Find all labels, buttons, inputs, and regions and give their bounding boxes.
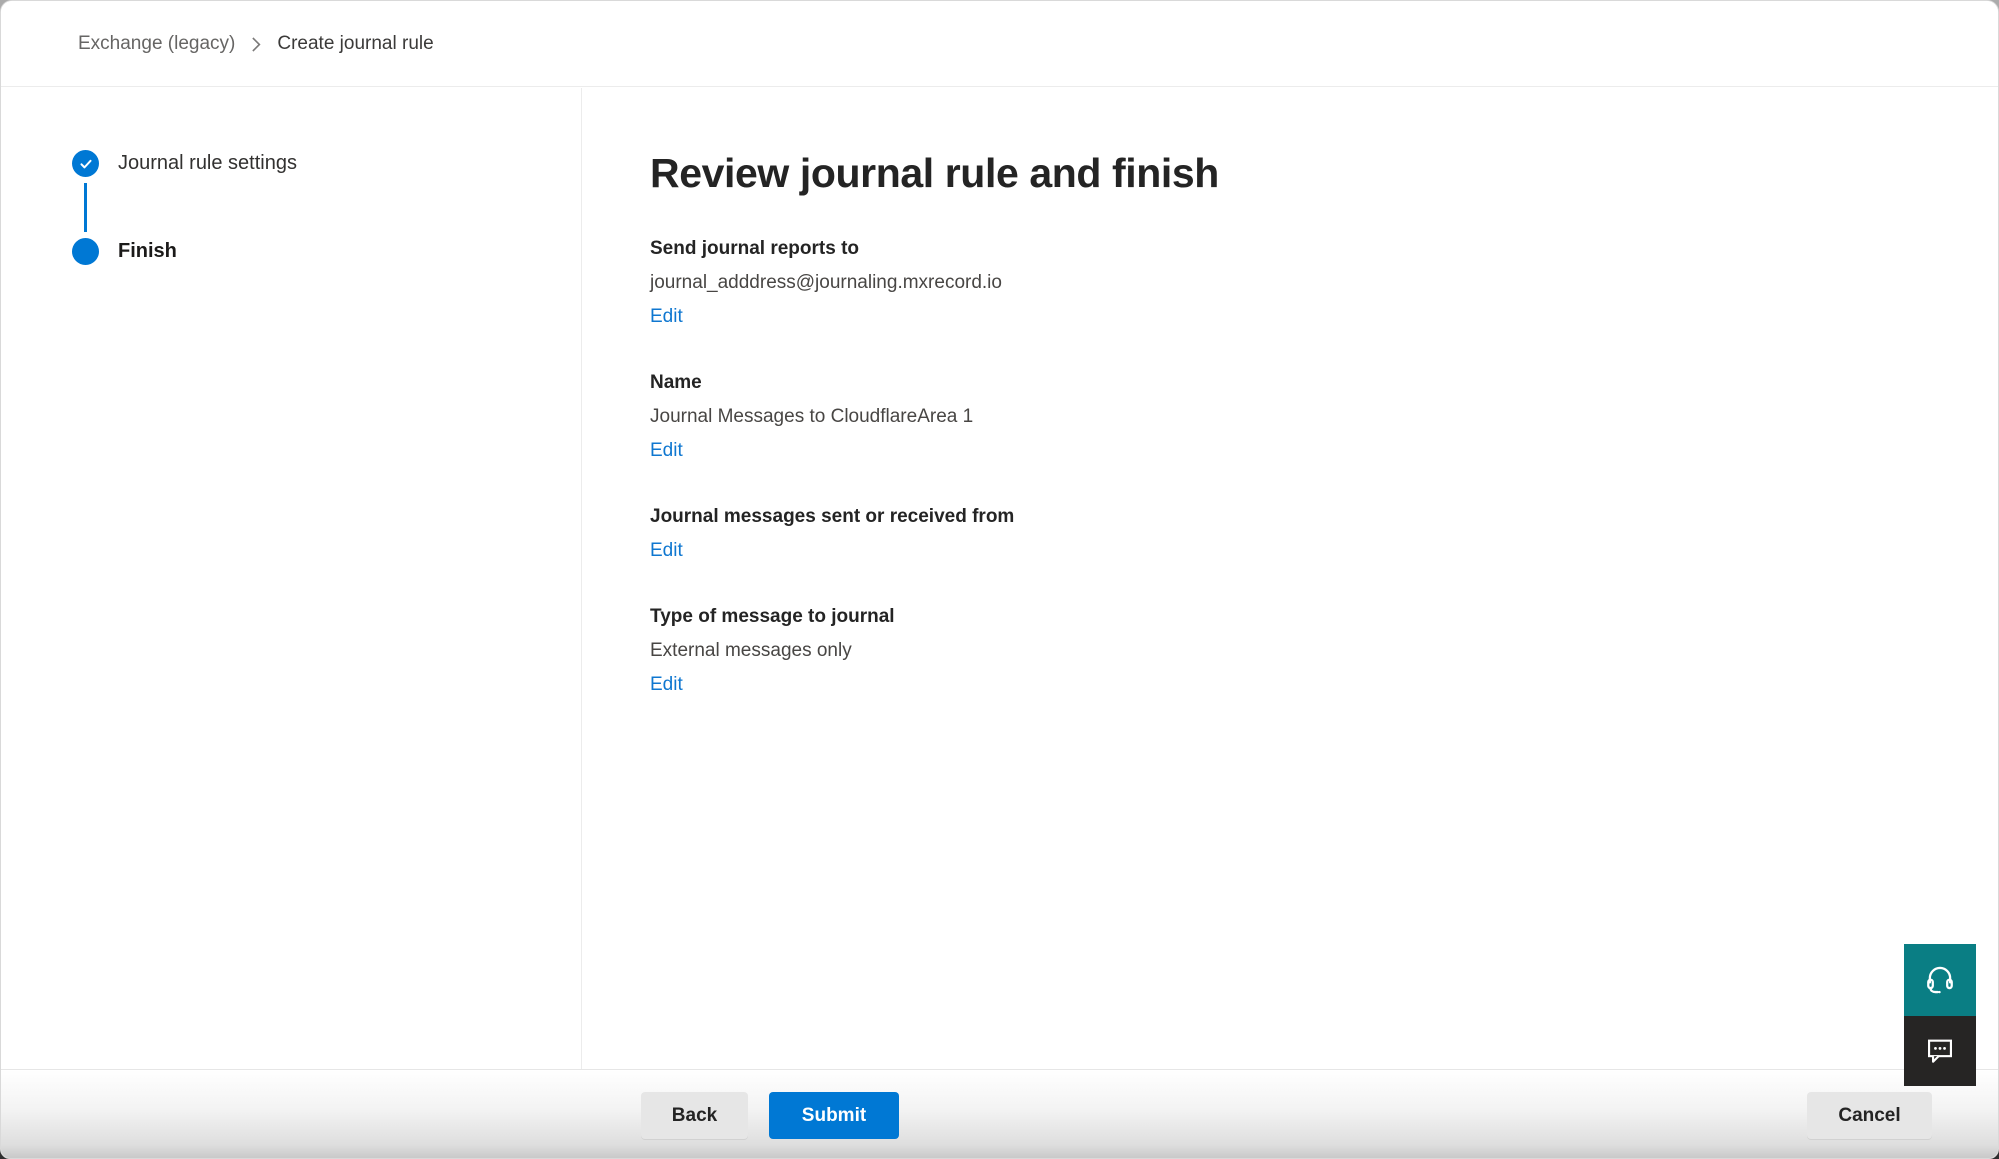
wizard-step-finish[interactable]: Finish (72, 238, 581, 265)
review-section-journal-messages-sent-or-received-from: Journal messages sent or received from E… (650, 506, 1938, 562)
section-label: Type of message to journal (650, 606, 1938, 628)
step-connector-line (84, 183, 87, 232)
page-title: Review journal rule and finish (650, 150, 1938, 197)
feedback-icon (1924, 1034, 1956, 1069)
section-label: Journal messages sent or received from (650, 506, 1938, 528)
back-button[interactable]: Back (641, 1092, 748, 1139)
section-value: Journal Messages to CloudflareArea 1 (650, 406, 1938, 428)
section-value: journal_adddress@journaling.mxrecord.io (650, 272, 1938, 294)
wizard-step-journal-rule-settings[interactable]: Journal rule settings (72, 150, 581, 177)
breadcrumb: Exchange (legacy) Create journal rule (78, 33, 434, 55)
wizard-steps-panel: Journal rule settings Finish (1, 88, 582, 1069)
step-label: Finish (118, 240, 177, 263)
section-label: Name (650, 372, 1938, 394)
edit-link-name[interactable]: Edit (650, 440, 683, 462)
step-label: Journal rule settings (118, 152, 297, 175)
step-completed-checkmark-icon (72, 150, 99, 177)
step-current-dot-icon (72, 238, 99, 265)
help-button[interactable] (1904, 944, 1976, 1016)
feedback-button[interactable] (1904, 1016, 1976, 1086)
footer-action-bar: Back Submit Cancel (1, 1069, 1998, 1158)
review-section-name: Name Journal Messages to CloudflareArea … (650, 372, 1938, 462)
breadcrumb-current-page: Create journal rule (277, 33, 433, 55)
headset-icon (1924, 963, 1956, 998)
chevron-right-icon (251, 37, 261, 52)
submit-button[interactable]: Submit (769, 1092, 899, 1139)
section-label: Send journal reports to (650, 238, 1938, 260)
review-section-type-of-message-to-journal: Type of message to journal External mess… (650, 606, 1938, 696)
edit-link-journal-messages-sent-or-received-from[interactable]: Edit (650, 540, 683, 562)
edit-link-send-journal-reports-to[interactable]: Edit (650, 306, 683, 328)
floating-buttons (1904, 944, 1976, 1086)
app-window: Exchange (legacy) Create journal rule (0, 0, 1999, 1159)
edit-link-type-of-message-to-journal[interactable]: Edit (650, 674, 683, 696)
section-value: External messages only (650, 640, 1938, 662)
review-section-send-journal-reports-to: Send journal reports to journal_adddress… (650, 238, 1938, 328)
breadcrumb-link-exchange-legacy[interactable]: Exchange (legacy) (78, 33, 235, 55)
screen: Exchange (legacy) Create journal rule (0, 0, 1999, 1159)
breadcrumb-bar: Exchange (legacy) Create journal rule (1, 1, 1998, 87)
cancel-button[interactable]: Cancel (1807, 1092, 1932, 1139)
content-area: Journal rule settings Finish Review jour… (1, 88, 1998, 1069)
review-content: Review journal rule and finish Send jour… (582, 88, 1998, 1069)
